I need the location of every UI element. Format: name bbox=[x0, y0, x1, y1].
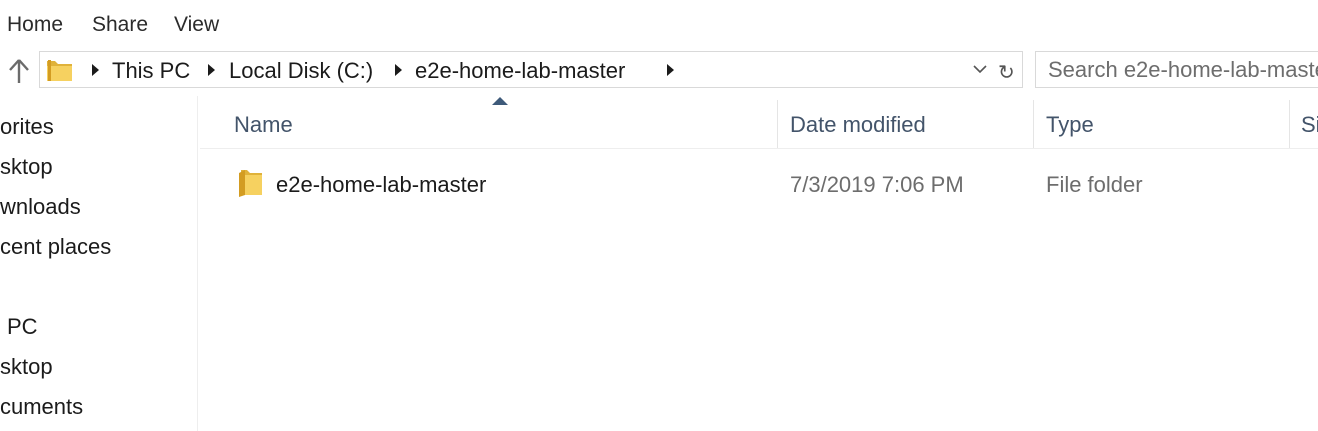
search-input[interactable] bbox=[1036, 52, 1318, 87]
file-row[interactable]: e2e-home-lab-master 7/3/2019 7:06 PM Fil… bbox=[200, 160, 1318, 208]
column-divider[interactable] bbox=[1033, 100, 1034, 148]
column-divider[interactable] bbox=[777, 100, 778, 148]
header-divider bbox=[200, 148, 1318, 149]
chevron-down-icon[interactable] bbox=[973, 63, 987, 75]
navigation-pane: orites sktop wnloads cent places PC skto… bbox=[0, 96, 197, 431]
column-header-size[interactable]: Si bbox=[1301, 112, 1318, 138]
search-box[interactable] bbox=[1035, 51, 1318, 88]
column-header-name[interactable]: Name bbox=[234, 112, 293, 138]
breadcrumb-this-pc[interactable]: This PC bbox=[112, 58, 190, 84]
up-arrow-icon[interactable] bbox=[7, 58, 31, 84]
refresh-icon[interactable]: ↻ bbox=[998, 60, 1015, 85]
nav-item-desktop[interactable]: sktop bbox=[0, 154, 53, 180]
tab-share[interactable]: Share bbox=[92, 13, 148, 37]
pane-divider[interactable] bbox=[197, 96, 198, 431]
breadcrumb-chevron-icon[interactable] bbox=[395, 64, 402, 76]
file-name[interactable]: e2e-home-lab-master bbox=[276, 172, 486, 198]
file-type: File folder bbox=[1046, 172, 1143, 197]
file-date-modified: 7/3/2019 7:06 PM bbox=[790, 172, 964, 197]
tab-view[interactable]: View bbox=[174, 13, 219, 37]
tab-home[interactable]: Home bbox=[7, 13, 63, 37]
nav-item-downloads[interactable]: wnloads bbox=[0, 194, 81, 220]
column-header-date-modified[interactable]: Date modified bbox=[790, 112, 926, 138]
nav-item-documents[interactable]: cuments bbox=[0, 394, 83, 420]
ribbon-tabs: Home Share View bbox=[0, 0, 1318, 50]
folder-icon bbox=[47, 60, 72, 81]
column-header-type[interactable]: Type bbox=[1046, 112, 1094, 138]
nav-item-this-pc[interactable]: PC bbox=[7, 314, 38, 340]
breadcrumb-local-disk[interactable]: Local Disk (C:) bbox=[229, 58, 373, 84]
breadcrumb-current-folder[interactable]: e2e-home-lab-master bbox=[415, 58, 625, 84]
breadcrumb-chevron-icon[interactable] bbox=[667, 64, 674, 76]
address-bar[interactable]: This PC Local Disk (C:) e2e-home-lab-mas… bbox=[39, 51, 1023, 88]
sort-ascending-icon bbox=[492, 97, 508, 105]
breadcrumb-chevron-icon[interactable] bbox=[208, 64, 215, 76]
breadcrumb-chevron-icon[interactable] bbox=[92, 64, 99, 76]
nav-item-favorites[interactable]: orites bbox=[0, 114, 54, 140]
nav-item-desktop-pc[interactable]: sktop bbox=[0, 354, 53, 380]
column-divider[interactable] bbox=[1289, 100, 1290, 148]
folder-icon bbox=[239, 170, 262, 197]
nav-item-recent-places[interactable]: cent places bbox=[0, 234, 111, 260]
